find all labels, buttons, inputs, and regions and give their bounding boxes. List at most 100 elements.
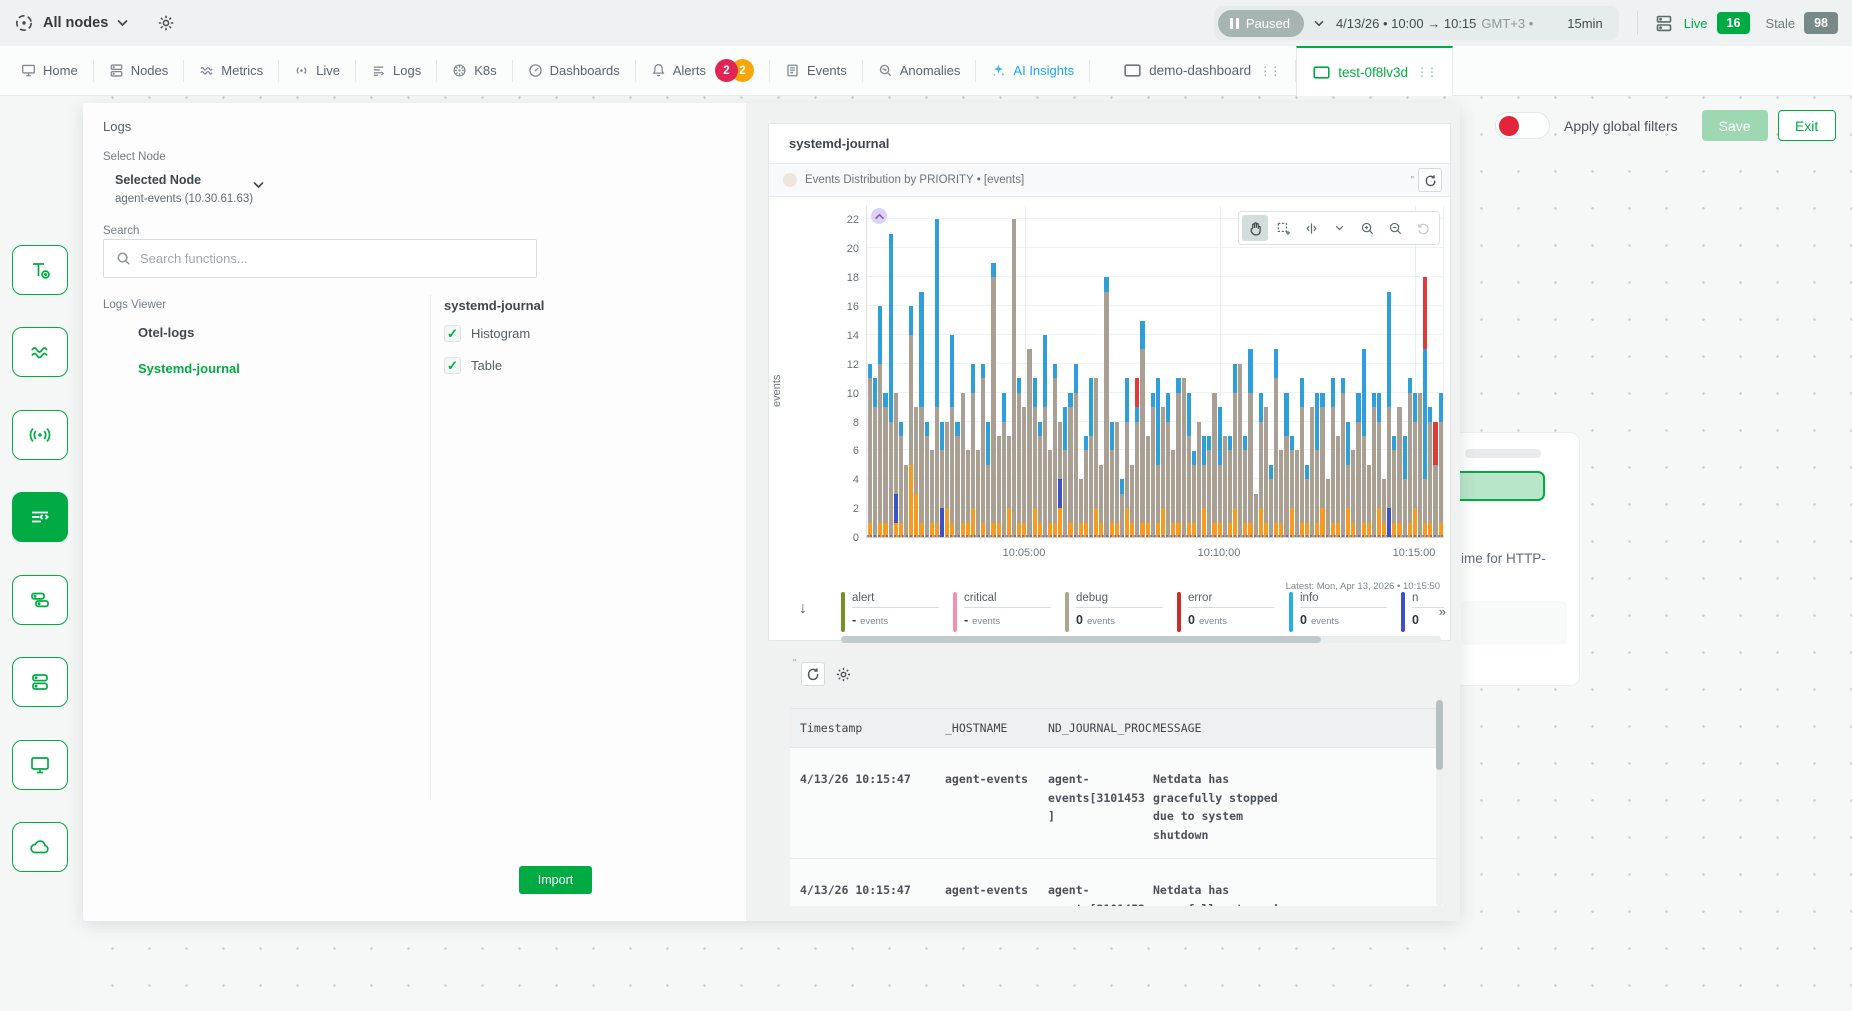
- histogram-bar[interactable]: [1259, 393, 1263, 537]
- histogram-bar[interactable]: [1233, 364, 1237, 537]
- histogram-bar[interactable]: [981, 364, 985, 537]
- drag-handle-icon[interactable]: ⋮⋮: [1416, 65, 1436, 79]
- histogram-bar[interactable]: [1212, 393, 1216, 537]
- histogram-bar[interactable]: [899, 422, 903, 537]
- histogram-bar[interactable]: [1228, 436, 1232, 537]
- histogram-bar[interactable]: [1146, 436, 1150, 537]
- tab-alerts[interactable]: Alerts 2 2: [636, 46, 769, 95]
- histogram-bar[interactable]: [1207, 436, 1211, 537]
- legend-item-critical[interactable]: critical-events: [953, 592, 1065, 634]
- histogram-bar[interactable]: [1223, 436, 1227, 537]
- gear-icon[interactable]: [157, 14, 175, 32]
- histogram-bar[interactable]: [1346, 422, 1350, 537]
- sidebar-cloud-button[interactable]: [12, 822, 68, 872]
- histogram-bar[interactable]: [1012, 219, 1016, 537]
- column-header[interactable]: ND_JOURNAL_PROCI: [1048, 721, 1153, 735]
- horizontal-zoom-icon[interactable]: [1298, 215, 1324, 241]
- histogram-bar[interactable]: [1428, 407, 1432, 537]
- histogram-bar[interactable]: [878, 306, 882, 537]
- histogram-bar[interactable]: [1027, 349, 1031, 537]
- drag-handle-icon[interactable]: ⋮⋮: [1259, 64, 1279, 78]
- histogram-bar[interactable]: [1038, 422, 1042, 537]
- histogram-bar[interactable]: [1068, 393, 1072, 537]
- histogram-bar[interactable]: [1166, 393, 1170, 537]
- histogram-bar[interactable]: [1331, 378, 1335, 537]
- histogram-bar[interactable]: [889, 234, 893, 537]
- live-label[interactable]: Live: [1684, 16, 1708, 31]
- histogram-bar[interactable]: [1408, 378, 1412, 537]
- tab-metrics[interactable]: Metrics: [184, 46, 278, 95]
- histogram-bar[interactable]: [1151, 393, 1155, 537]
- refresh-icon[interactable]: [801, 662, 825, 686]
- histogram-bar[interactable]: [1264, 407, 1268, 537]
- zoom-in-icon[interactable]: [1354, 215, 1380, 241]
- histogram-bar[interactable]: [1300, 378, 1304, 537]
- scrollbar-thumb[interactable]: [1436, 700, 1443, 770]
- histogram-bar[interactable]: [1423, 277, 1427, 537]
- sidebar-add-text-button[interactable]: [12, 245, 68, 295]
- sidebar-live-button[interactable]: [12, 410, 68, 460]
- table-option[interactable]: ✓ Table: [444, 357, 502, 374]
- tab-ai-insights[interactable]: AI Insights: [976, 46, 1089, 95]
- exit-button[interactable]: Exit: [1778, 110, 1836, 141]
- selected-node-dropdown[interactable]: Selected Node: [115, 173, 201, 187]
- sidebar-logs-button[interactable]: [12, 492, 68, 542]
- sidebar-metrics-button[interactable]: [12, 327, 68, 377]
- tab-live[interactable]: Live: [279, 46, 355, 95]
- histogram-bar[interactable]: [986, 422, 990, 537]
- histogram-bar[interactable]: [950, 335, 954, 537]
- histogram-bar[interactable]: [1074, 364, 1078, 537]
- histogram-bar[interactable]: [930, 450, 934, 537]
- chevron-down-icon[interactable]: [1326, 215, 1352, 241]
- tab-anomalies[interactable]: Anomalies: [863, 46, 976, 95]
- histogram-bar[interactable]: [1135, 378, 1139, 537]
- table-row[interactable]: 4/13/26 10:15:47agent-eventsagent-events…: [790, 748, 1443, 859]
- histogram-bar[interactable]: [1269, 465, 1273, 537]
- histogram-bar[interactable]: [976, 450, 980, 537]
- histogram-bar[interactable]: [1433, 422, 1437, 537]
- histogram-bar[interactable]: [1377, 393, 1381, 537]
- histogram-bar[interactable]: [1089, 378, 1093, 537]
- histogram-bar[interactable]: [997, 436, 1001, 537]
- legend-item-info[interactable]: info0events: [1289, 592, 1401, 634]
- column-header[interactable]: _HOSTNAME: [945, 721, 1048, 735]
- table-row[interactable]: 4/13/26 10:15:47agent-eventsagent-events…: [790, 859, 1443, 906]
- column-header[interactable]: Timestamp: [790, 721, 945, 735]
- histogram-bar[interactable]: [1007, 436, 1011, 537]
- legend-overflow-icon[interactable]: »: [1439, 604, 1446, 619]
- histogram-bar[interactable]: [1310, 407, 1314, 537]
- histogram-bar[interactable]: [909, 306, 913, 537]
- tab-nodes[interactable]: Nodes: [94, 46, 184, 95]
- histogram-bar[interactable]: [1058, 422, 1062, 537]
- checkbox-checked-icon[interactable]: ✓: [444, 325, 461, 342]
- histogram-bar[interactable]: [1305, 465, 1309, 537]
- histogram-bar[interactable]: [1315, 393, 1319, 537]
- background-green-button[interactable]: [1452, 471, 1545, 501]
- histogram-bar[interactable]: [1392, 436, 1396, 537]
- histogram-bar[interactable]: [904, 465, 908, 537]
- histogram-bar[interactable]: [1248, 349, 1252, 537]
- histogram-bar[interactable]: [955, 422, 959, 537]
- histogram-bar[interactable]: [1002, 393, 1006, 537]
- histogram-bar[interactable]: [1130, 465, 1134, 537]
- histogram-bar[interactable]: [1176, 378, 1180, 537]
- histogram-bar[interactable]: [1043, 335, 1047, 537]
- chevron-down-icon[interactable]: [253, 181, 264, 189]
- arrow-down-icon[interactable]: ↓: [799, 600, 807, 618]
- import-button[interactable]: Import: [519, 866, 592, 894]
- legend-item-debug[interactable]: debug0events: [1065, 592, 1177, 634]
- histogram-bar[interactable]: [873, 378, 877, 537]
- histogram-bar[interactable]: [1243, 436, 1247, 537]
- chevron-down-icon[interactable]: [1314, 20, 1324, 27]
- refresh-icon[interactable]: [1418, 168, 1442, 192]
- histogram-bar[interactable]: [1439, 393, 1443, 537]
- histogram-bar[interactable]: [1171, 450, 1175, 537]
- scrollbar-thumb[interactable]: [841, 636, 1321, 643]
- stale-label[interactable]: Stale: [1765, 16, 1795, 31]
- histogram-bar[interactable]: [1351, 450, 1355, 537]
- tab-dashboards[interactable]: Dashboards: [513, 46, 635, 95]
- histogram-bar[interactable]: [1104, 277, 1108, 537]
- histogram-bar[interactable]: [1387, 292, 1391, 537]
- tab-events[interactable]: Events: [770, 46, 862, 95]
- histogram-bar[interactable]: [1110, 422, 1114, 537]
